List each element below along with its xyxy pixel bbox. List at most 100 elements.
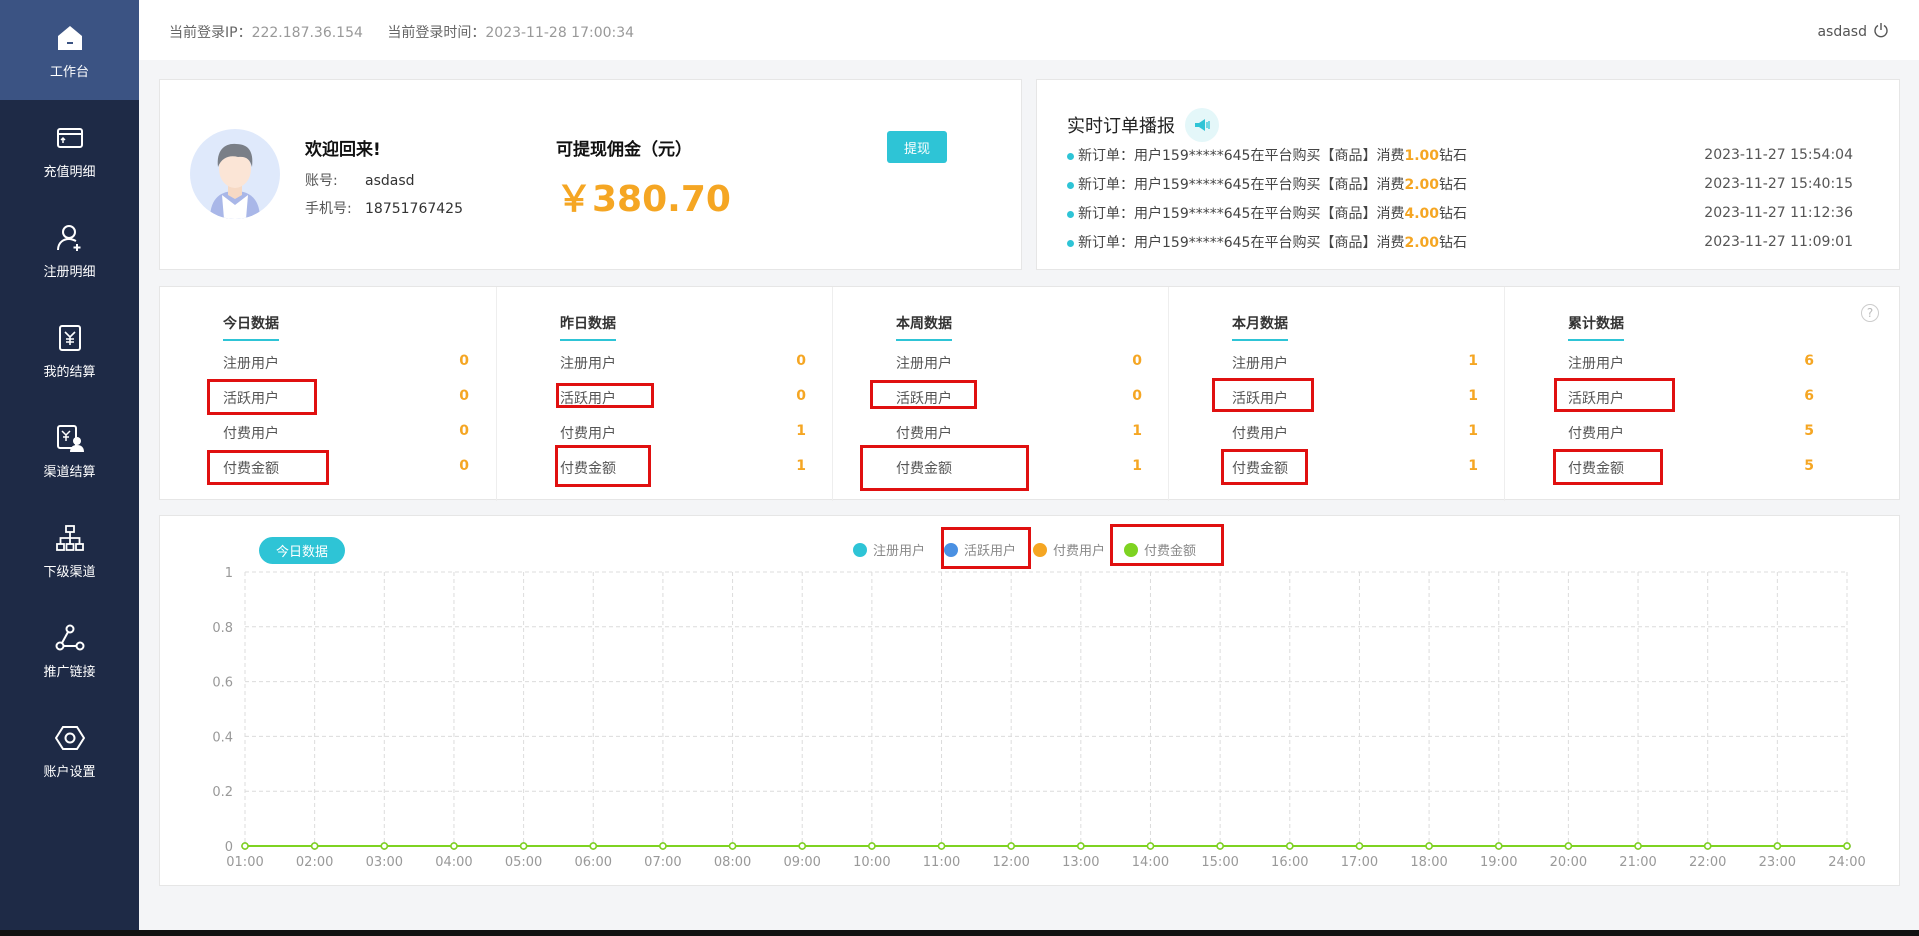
- home-icon: [53, 21, 87, 55]
- sidebar-item-channel-settlement[interactable]: 渠道结算: [0, 400, 139, 500]
- stat-row: 活跃用户 1: [1232, 388, 1478, 408]
- stat-label: 注册用户: [560, 356, 616, 372]
- yuan-doc-icon: [53, 321, 87, 355]
- withdraw-button[interactable]: 提现: [887, 131, 947, 163]
- sidebar-item-label: 下级渠道: [43, 564, 96, 580]
- data-point: [798, 842, 806, 850]
- x-tick-label: 07:00: [644, 855, 681, 870]
- order-text: 新订单：用户159*****645在平台购买【商品】消费: [1078, 177, 1405, 193]
- y-tick-label: 1: [225, 566, 233, 581]
- stats-title: 本周数据: [896, 313, 952, 341]
- stat-value: 5: [1804, 423, 1814, 439]
- stat-row: 付费金额 1: [1232, 458, 1478, 478]
- order-unit: 钻石: [1439, 177, 1467, 193]
- stat-row: 付费用户 1: [896, 423, 1142, 443]
- data-point: [1146, 842, 1155, 850]
- legend-label: 付费用户: [1053, 544, 1106, 559]
- legend-dot-icon: [853, 542, 867, 557]
- stats-yesterday: 昨日数据 注册用户 0 活跃用户 0 付费用户 1 付费金额 1: [496, 287, 832, 501]
- stat-value: 0: [796, 353, 806, 369]
- legend-item[interactable]: 付费用户: [1033, 540, 1105, 559]
- power-icon[interactable]: [1873, 22, 1889, 42]
- x-tick-label: 14:00: [1132, 855, 1169, 870]
- welcome-card: 欢迎回来! 账号: asdasd 手机号: 18751767425 可提现佣金（元）…: [159, 79, 1022, 270]
- stat-label: 注册用户: [1232, 356, 1288, 372]
- stat-value: 0: [459, 423, 469, 439]
- user-menu[interactable]: asdasd: [1817, 22, 1889, 42]
- data-point: [1703, 842, 1712, 850]
- data-point: [450, 842, 458, 850]
- sidebar-item-recharge[interactable]: 充值明细: [0, 100, 139, 200]
- data-point: [310, 842, 319, 850]
- data-point: [1773, 842, 1782, 850]
- data-point: [1425, 842, 1433, 850]
- stat-row: 付费用户 5: [1568, 423, 1814, 443]
- stats-card: 今日数据 注册用户 0 活跃用户 0 付费用户 0 付费金额 0 昨日数据 注册用户 0 …: [159, 286, 1900, 501]
- hexagon-settings-icon: [53, 721, 87, 755]
- data-point: [1843, 842, 1851, 850]
- legend-item[interactable]: 活跃用户: [944, 540, 1016, 559]
- account-value: asdasd: [365, 173, 415, 189]
- stat-row: 付费金额 5: [1568, 458, 1814, 478]
- stat-value: 1: [1468, 388, 1478, 404]
- help-icon[interactable]: ?: [1861, 304, 1879, 322]
- stats-total: 累计数据 注册用户 6 活跃用户 6 付费用户 5 付费金额 5: [1504, 287, 1840, 501]
- x-tick-label: 08:00: [714, 855, 751, 870]
- commission-title: 可提现佣金（元）: [556, 140, 692, 160]
- order-text: 新订单：用户159*****645在平台购买【商品】消费: [1078, 148, 1405, 164]
- stat-row: 付费用户 1: [560, 423, 806, 443]
- orders-title: 实时订单播报: [1067, 108, 1219, 142]
- legend-dot-icon: [1124, 542, 1138, 557]
- sidebar-item-label: 工作台: [49, 64, 89, 80]
- sidebar-item-label: 注册明细: [43, 264, 96, 280]
- sidebar-item-account-settings[interactable]: 账户设置: [0, 700, 139, 800]
- order-amount: 2.00: [1404, 177, 1439, 193]
- legend-label: 注册用户: [873, 544, 926, 559]
- stat-value: 1: [796, 458, 806, 474]
- x-tick-label: 01:00: [226, 855, 263, 870]
- x-tick-label: 18:00: [1410, 855, 1447, 870]
- legend-item[interactable]: 注册用户: [853, 540, 925, 559]
- stat-value: 0: [459, 458, 469, 474]
- login-time-label: 当前登录时间：: [387, 25, 486, 41]
- data-point: [1564, 842, 1573, 850]
- stat-label: 注册用户: [223, 356, 279, 372]
- sidebar-item-promo-link[interactable]: 推广链接: [0, 600, 139, 700]
- phone-row: 手机号: 18751767425: [305, 198, 463, 218]
- sidebar-item-label: 充值明细: [43, 164, 96, 180]
- data-point: [1286, 842, 1294, 850]
- legend-label: 付费金额: [1144, 544, 1197, 559]
- add-user-icon: [53, 221, 87, 255]
- stat-label: 付费用户: [896, 426, 952, 442]
- y-tick-label: 0: [225, 840, 233, 855]
- stat-row: 付费用户 0: [223, 423, 469, 443]
- stat-row: 活跃用户 0: [896, 388, 1142, 408]
- legend-item[interactable]: 付费金额: [1124, 540, 1196, 559]
- stat-row: 付费金额 1: [896, 458, 1142, 478]
- sidebar-item-my-settlement[interactable]: 我的结算: [0, 300, 139, 400]
- realtime-orders-card: 实时订单播报 新订单：用户159*****645在平台购买【商品】消费1.00钻…: [1036, 79, 1900, 270]
- sidebar-item-workbench[interactable]: 工作台: [0, 0, 139, 100]
- sidebar-item-register[interactable]: 注册明细: [0, 200, 139, 300]
- stat-row: 注册用户 0: [223, 353, 469, 373]
- x-tick-label: 19:00: [1480, 855, 1517, 870]
- channel-settle-icon: [53, 421, 87, 455]
- stat-value: 0: [1132, 353, 1142, 369]
- stat-label: 付费金额: [223, 461, 279, 477]
- order-unit: 钻石: [1439, 206, 1467, 222]
- orders-title-text: 实时订单播报: [1067, 116, 1175, 137]
- data-point: [868, 842, 876, 850]
- sidebar-item-sub-channel[interactable]: 下级渠道: [0, 500, 139, 600]
- bullet-icon: [1067, 152, 1074, 160]
- login-info: 当前登录IP：222.187.36.154 当前登录时间：2023-11-28 …: [169, 22, 654, 42]
- order-time: 2023-11-27 15:40:15: [1704, 176, 1853, 192]
- y-tick-label: 0.2: [212, 785, 233, 800]
- x-tick-label: 12:00: [992, 855, 1029, 870]
- tab-today-data[interactable]: 今日数据: [259, 537, 345, 564]
- welcome-title: 欢迎回来!: [305, 140, 381, 160]
- account-row: 账号: asdasd: [305, 170, 415, 190]
- stat-value: 1: [1132, 423, 1142, 439]
- card-icon: [53, 121, 87, 155]
- stat-value: 1: [1468, 423, 1478, 439]
- x-tick-label: 11:00: [923, 855, 960, 870]
